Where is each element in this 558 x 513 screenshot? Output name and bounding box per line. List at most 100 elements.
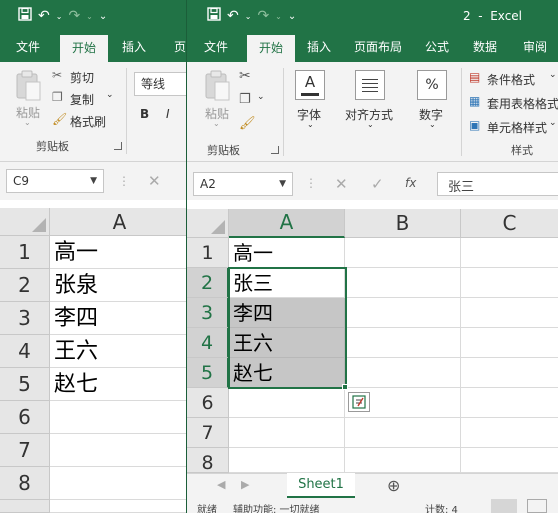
row-header-5[interactable]: 5: [187, 358, 229, 388]
cell-a6[interactable]: [229, 388, 345, 418]
insert-function-icon[interactable]: fx: [405, 176, 416, 190]
cell-a5[interactable]: 赵七: [229, 358, 345, 388]
cell-a4[interactable]: 王六: [229, 328, 345, 358]
tab-insert[interactable]: 插入: [116, 32, 152, 62]
row-header-8[interactable]: 8: [0, 467, 50, 500]
name-box[interactable]: A2 ▼: [193, 172, 293, 196]
brush-icon[interactable]: 🖌: [239, 116, 256, 131]
scissors-icon[interactable]: ✂: [239, 68, 251, 84]
fill-handle[interactable]: [342, 384, 348, 390]
tab-file[interactable]: 文件: [197, 32, 235, 62]
sheet-tab-sheet1[interactable]: Sheet1: [287, 473, 355, 498]
cell-a7[interactable]: [229, 418, 345, 448]
column-header-b[interactable]: B: [345, 209, 461, 238]
row-header-1[interactable]: 1: [0, 236, 50, 269]
undo-icon[interactable]: ↶: [38, 8, 50, 24]
row-header-9[interactable]: [0, 500, 50, 513]
copy-button[interactable]: ❐ 复制 ⌄: [52, 90, 118, 108]
row-header-2[interactable]: 2: [0, 269, 50, 302]
next-sheet-icon[interactable]: ▶: [241, 478, 249, 491]
row-header-1[interactable]: 1: [187, 238, 229, 268]
row-header-4[interactable]: 4: [0, 335, 50, 368]
tab-formulas[interactable]: 公式: [419, 32, 455, 62]
customize-qat-icon[interactable]: ⌄: [99, 11, 107, 22]
copy-icon[interactable]: ❐: [239, 92, 251, 107]
cell-b2[interactable]: [345, 268, 461, 298]
cell-styles-button[interactable]: ▣ 单元格样式 ⌄: [469, 118, 558, 136]
paste-button[interactable]: 粘贴 ⌄: [201, 68, 235, 132]
format-painter-button[interactable]: 🖌 格式刷: [52, 112, 118, 130]
font-name-box[interactable]: 等线: [134, 72, 190, 96]
tab-home[interactable]: 开始: [247, 35, 295, 62]
page-layout-view-icon[interactable]: [527, 499, 547, 513]
save-icon[interactable]: [18, 7, 32, 25]
tab-data[interactable]: 数据: [467, 32, 503, 62]
excel-window-back[interactable]: ↶ ⌄ ↷ ⌄ ⌄ 文件 开始 插入 页 粘贴 ⌄ ✂ 剪切 ❐ 复制 ⌄ 🖌 …: [0, 0, 190, 513]
excel-window-front[interactable]: ↶ ⌄ ↷ ⌄ ⌄ 2 - Excel 文件 开始 插入 页面布局 公式 数据 …: [186, 0, 558, 513]
add-sheet-icon[interactable]: ⊕: [387, 476, 400, 495]
table-format-button[interactable]: ▦ 套用表格格式: [469, 94, 558, 112]
cell-c1[interactable]: [461, 238, 558, 268]
clipboard-launcher-icon[interactable]: [271, 146, 279, 154]
row-header-2[interactable]: 2: [187, 268, 229, 298]
column-header-a[interactable]: A: [50, 208, 190, 236]
redo-icon[interactable]: ↷: [257, 8, 269, 24]
alignment-group-button[interactable]: 对齐方式 ⌄: [343, 70, 397, 134]
cell-b7[interactable]: [345, 418, 461, 448]
cell-b1[interactable]: [345, 238, 461, 268]
cell-a8[interactable]: [50, 467, 190, 500]
cell-c2[interactable]: [461, 268, 558, 298]
cell-b8[interactable]: [345, 448, 461, 473]
select-all-corner[interactable]: [0, 208, 50, 236]
enter-formula-icon[interactable]: ✓: [371, 175, 384, 193]
cancel-formula-icon[interactable]: ✕: [335, 175, 348, 193]
cell-a7[interactable]: [50, 434, 190, 467]
column-header-c[interactable]: C: [461, 209, 558, 238]
tab-home[interactable]: 开始: [60, 35, 108, 62]
row-header-6[interactable]: 6: [0, 401, 50, 434]
conditional-format-button[interactable]: ▤ 条件格式 ⌄: [469, 70, 558, 88]
row-header-7[interactable]: 7: [187, 418, 229, 448]
save-icon[interactable]: [207, 7, 221, 25]
bold-icon[interactable]: B: [140, 107, 149, 121]
cell-a3[interactable]: 李四: [229, 298, 345, 328]
cell-a4[interactable]: 王六: [50, 335, 190, 368]
cut-button[interactable]: ✂ 剪切: [52, 68, 112, 86]
redo-dropdown-icon[interactable]: ⌄: [86, 12, 93, 21]
cell-a9[interactable]: [50, 500, 190, 513]
tab-page-layout[interactable]: 页面布局: [347, 32, 409, 62]
cell-c3[interactable]: [461, 298, 558, 328]
cell-b3[interactable]: [345, 298, 461, 328]
cell-c8[interactable]: [461, 448, 558, 473]
cell-a2[interactable]: 张泉: [50, 269, 190, 302]
redo-dropdown-icon[interactable]: ⌄: [275, 12, 282, 21]
row-header-7[interactable]: 7: [0, 434, 50, 467]
row-header-5[interactable]: 5: [0, 368, 50, 401]
clipboard-launcher-icon[interactable]: [114, 142, 122, 150]
cell-a6[interactable]: [50, 401, 190, 434]
cell-a3[interactable]: 李四: [50, 302, 190, 335]
tab-file[interactable]: 文件: [10, 32, 46, 62]
cell-a2[interactable]: 张三: [229, 268, 345, 298]
cell-a1[interactable]: 高一: [229, 238, 345, 268]
cell-b5[interactable]: [345, 358, 461, 388]
cell-c6[interactable]: [461, 388, 558, 418]
customize-qat-icon[interactable]: ⌄: [288, 11, 296, 22]
undo-dropdown-icon[interactable]: ⌄: [56, 12, 63, 21]
cell-c7[interactable]: [461, 418, 558, 448]
cancel-formula-icon[interactable]: ✕: [148, 172, 161, 190]
row-header-3[interactable]: 3: [187, 298, 229, 328]
row-header-6[interactable]: 6: [187, 388, 229, 418]
italic-icon[interactable]: I: [166, 107, 170, 121]
undo-icon[interactable]: ↶: [227, 8, 239, 24]
row-header-3[interactable]: 3: [0, 302, 50, 335]
paste-button[interactable]: 粘贴 ⌄: [12, 68, 46, 128]
tab-insert[interactable]: 插入: [301, 32, 337, 62]
row-header-4[interactable]: 4: [187, 328, 229, 358]
select-all-corner[interactable]: [187, 209, 229, 238]
cell-a8[interactable]: [229, 448, 345, 473]
font-group-button[interactable]: A 字体 ⌄: [291, 70, 331, 134]
quick-analysis-button[interactable]: [348, 392, 370, 412]
name-box[interactable]: C9 ▼: [6, 169, 104, 193]
column-header-a[interactable]: A: [229, 209, 345, 238]
